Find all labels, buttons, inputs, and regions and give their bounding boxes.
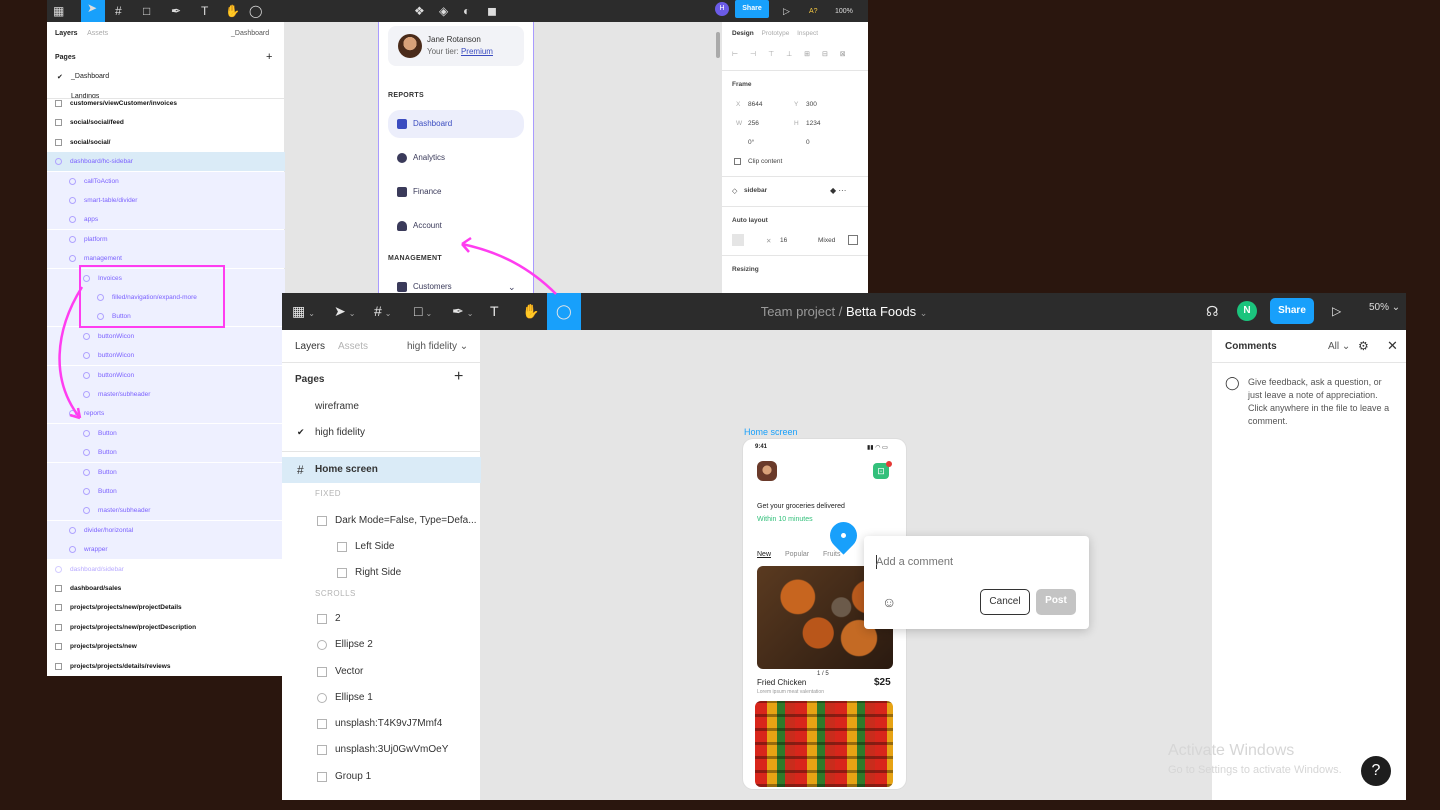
curved-arrow-top [461,242,557,295]
highlight-box [79,265,225,328]
activate-windows-watermark: Activate Windows Go to Settings to activ… [1168,742,1342,776]
curved-arrow-left [58,286,84,419]
activate-subtitle: Go to Settings to activate Windows. [1168,764,1342,776]
help-button[interactable]: ? [1361,756,1391,786]
annotation-layer [58,236,557,420]
activate-title: Activate Windows [1168,742,1295,759]
